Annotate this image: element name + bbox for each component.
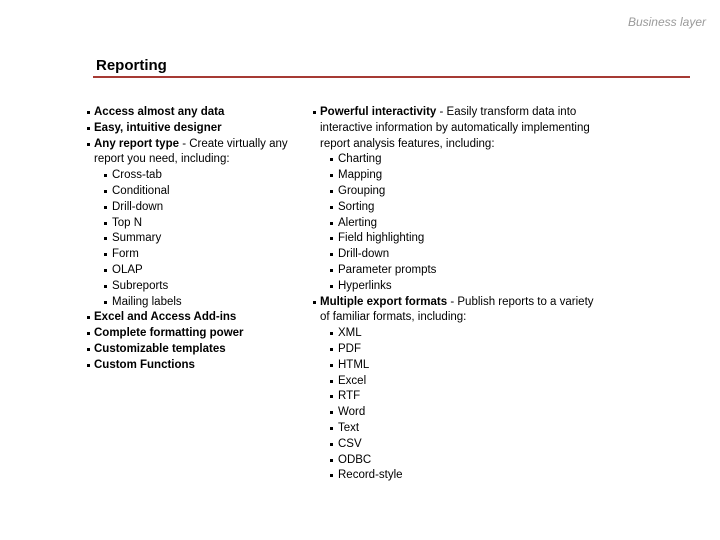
sub-bullet-item: Drill-down (103, 200, 306, 216)
sub-bullet-item: PDF (329, 342, 597, 358)
sub-bullet-item: ODBC (329, 453, 597, 469)
bullet-item: Customizable templates (86, 342, 306, 358)
bullet-item: Easy, intuitive designer (86, 121, 306, 137)
sub-bullet-item: OLAP (103, 263, 306, 279)
bullet-item-heading: Complete formatting power (94, 327, 244, 340)
sub-bullet-item: Top N (103, 216, 306, 232)
sub-bullet-item: Cross-tab (103, 168, 306, 184)
sub-bullet-item: Hyperlinks (329, 279, 597, 295)
sub-bullet-item: Subreports (103, 279, 306, 295)
sub-bullet-item: CSV (329, 437, 597, 453)
sub-bullet-item: Parameter prompts (329, 263, 597, 279)
bullet-item: Complete formatting power (86, 326, 306, 342)
page-title: Reporting (96, 57, 167, 74)
sub-bullet-item: Text (329, 421, 597, 437)
feature-list: Access almost any data Easy, intuitive de… (86, 105, 306, 374)
bullet-item: Excel and Access Add-ins (86, 310, 306, 326)
sub-bullet-item: Form (103, 247, 306, 263)
feature-list: Powerful interactivity - Easily transfor… (312, 105, 597, 484)
sub-bullet-item: Mailing labels (103, 295, 306, 311)
sub-bullet-item: Conditional (103, 184, 306, 200)
sub-bullet-item: Drill-down (329, 247, 597, 263)
bullet-item-heading: Access almost any data (94, 106, 225, 118)
sub-bullet-item: Grouping (329, 184, 597, 200)
bullet-item: Multiple export formats - Publish report… (312, 295, 597, 327)
sub-bullet-item: Summary (103, 231, 306, 247)
sub-bullet-item: Mapping (329, 168, 597, 184)
right-column: Powerful interactivity - Easily transfor… (312, 105, 597, 484)
sub-bullet-item: Alerting (329, 216, 597, 232)
bullet-item: Custom Functions (86, 358, 306, 374)
sub-bullet-item: Field highlighting (329, 231, 597, 247)
bullet-item-heading: Custom Functions (94, 358, 195, 371)
sub-bullet-item: Sorting (329, 200, 597, 216)
left-column: Access almost any data Easy, intuitive de… (86, 105, 306, 374)
section-label: Business layer (627, 15, 706, 29)
title-divider (93, 76, 690, 78)
bullet-item-heading: Multiple export formats (320, 295, 448, 308)
bullet-item: Any report type - Create virtually any r… (86, 137, 306, 169)
bullet-item-heading: Any report type (94, 137, 179, 150)
sub-bullet-item: HTML (329, 358, 597, 374)
sub-bullet-item: Word (329, 405, 597, 421)
bullet-item-heading: Customizable templates (94, 342, 226, 355)
sub-bullet-item: Record-style (329, 468, 597, 484)
bullet-item: Access almost any data (86, 105, 306, 121)
bullet-item: Powerful interactivity - Easily transfor… (312, 105, 597, 152)
bullet-item-heading: Easy, intuitive designer (94, 121, 222, 134)
sub-bullet-item: RTF (329, 389, 597, 405)
sub-bullet-item: XML (329, 326, 597, 342)
sub-bullet-item: Excel (329, 374, 597, 390)
sub-bullet-item: Charting (329, 152, 597, 168)
bullet-item-heading: Powerful interactivity (320, 106, 437, 118)
bullet-item-heading: Excel and Access Add-ins (94, 311, 237, 324)
